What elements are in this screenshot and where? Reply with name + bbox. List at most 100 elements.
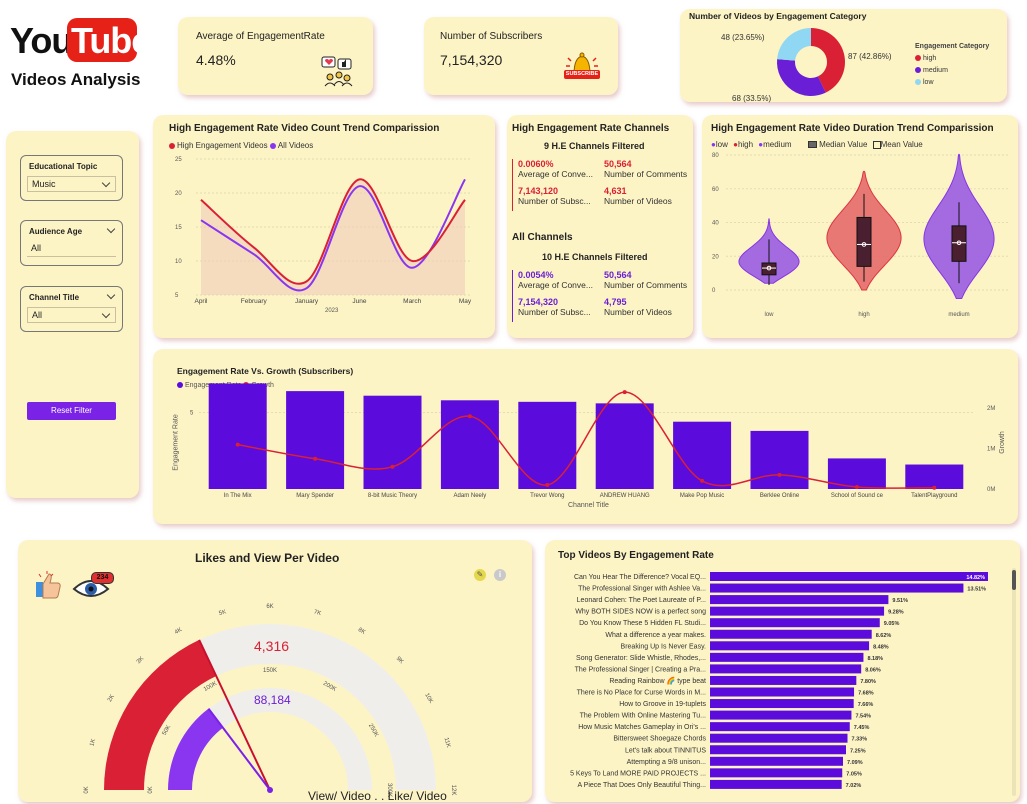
trend-y-tick: 25: [175, 157, 182, 163]
growth-y-left-tick: 5: [190, 411, 194, 417]
kpi-subscribers-card: Number of Subscribers 7,154,320 SUBSCRIB…: [424, 17, 618, 95]
all-subs: 7,154,320 Number of Subsc...: [518, 297, 591, 317]
audience-age-dropdown[interactable]: All: [27, 241, 116, 257]
filter-panel: Educational Topic Music Audience Age All…: [6, 131, 139, 498]
growth-y-right-tick: 0M: [987, 487, 995, 493]
donut-legend-high: high: [915, 53, 989, 65]
scrollbar-thumb[interactable]: [1012, 570, 1016, 590]
growth-point: [622, 390, 627, 395]
top-video-value: 9.28%: [888, 610, 904, 616]
gauge-tick-label: 0K: [148, 786, 154, 793]
top-video-title: Let's talk about TINNITUS: [625, 747, 706, 754]
donut-label-low: 48 (23.65%): [721, 33, 765, 42]
donut-label-medium: 68 (33.5%): [732, 94, 772, 103]
trend-y-tick: 5: [175, 293, 179, 299]
gauge-tick-label: 3K: [136, 656, 145, 665]
gauge-tick-label: 8K: [357, 627, 366, 636]
top-video-title: Can You Hear The Difference? Vocal EQ...: [574, 574, 706, 581]
channel-title-dropdown[interactable]: All: [27, 307, 116, 323]
violin-y-tick: 60: [712, 187, 719, 193]
top-video-value: 7.09%: [847, 760, 863, 766]
top-video-value: 7.80%: [860, 679, 876, 685]
logo-you: You: [10, 20, 73, 61]
top-video-value: 13.51%: [967, 587, 986, 593]
reset-filter-button[interactable]: Reset Filter: [27, 402, 116, 420]
top-video-title: Do You Know These 5 Hidden FL Studi...: [579, 620, 706, 627]
top-video-bar: [710, 572, 988, 581]
violin-x-label: low: [764, 312, 774, 318]
growth-point: [235, 442, 240, 447]
kpi-subscribers-value: 7,154,320: [440, 52, 503, 68]
top-video-value: 7.45%: [854, 725, 870, 731]
gauge-tick-label: 7K: [313, 609, 322, 617]
gauge-tick-label: 100K: [203, 681, 218, 693]
audience-age-label: Audience Age: [29, 227, 83, 236]
chevron-down-icon[interactable]: [106, 224, 116, 234]
growth-point: [700, 478, 705, 483]
top-video-bar: [710, 699, 854, 709]
gauge-fill-1: [168, 708, 223, 790]
chevron-down-icon: [101, 309, 111, 319]
gauge-tick-label: 2K: [107, 694, 116, 703]
channels-title: High Engagement Rate Channels: [512, 123, 670, 134]
channel-title-slicer[interactable]: Channel Title All: [20, 286, 123, 332]
violin-x-label: high: [858, 312, 869, 318]
educational-topic-dropdown[interactable]: Music: [27, 176, 116, 192]
growth-point: [313, 456, 318, 461]
top-video-bar: [710, 675, 857, 685]
youtube-logo: You Tube: [10, 18, 151, 64]
top-video-title: A Piece That Does Only Beautiful Thing..…: [577, 782, 706, 789]
gauge-tick-label: 4K: [174, 627, 183, 636]
top-video-value: 9.05%: [884, 621, 900, 627]
gauge-tick-label: 50K: [162, 724, 173, 736]
growth-x-tick: Make Pop Music: [680, 493, 724, 499]
gauge-card: Likes and View Per Video 234 ✎ i 0K 1K 2K 3…: [18, 540, 532, 803]
donut-legend-medium: medium: [915, 65, 989, 77]
top-video-bar: [710, 641, 870, 651]
all-videos: 4,795 Number of Videos: [604, 297, 672, 317]
all-channels-title: All Channels: [512, 232, 573, 243]
growth-x-tick: Mary Spender: [296, 493, 334, 499]
kpi-engagement-label: Average of EngagementRate: [196, 31, 325, 42]
chevron-down-icon[interactable]: [106, 290, 116, 300]
gauge-view-value: 4,316: [254, 638, 290, 654]
trend-x-tick: March: [403, 298, 421, 305]
kpi-engagement-card: Average of EngagementRate 4.48%: [178, 17, 373, 95]
top-video-bar: [710, 745, 846, 755]
growth-bar: [750, 430, 809, 489]
top-video-value: 7.02%: [846, 783, 862, 789]
growth-x-tick: Berklee Online: [760, 493, 800, 499]
growth-point: [932, 485, 937, 490]
donut-legend: Engagement Category high medium low: [915, 41, 989, 89]
trend-line-chart: 25 20 15 10 5 April February January June March Ma…: [175, 157, 472, 305]
page-subtitle: Videos Analysis: [11, 70, 141, 89]
kpi-subscribers-label: Number of Subscribers: [440, 31, 543, 42]
top-video-title: What a difference a year makes.: [605, 632, 706, 639]
top-video-title: How Music Matches Gameplay in Ori's ...: [578, 724, 706, 731]
top-videos-bar-chart: Can You Hear The Difference? Vocal EQ...…: [570, 572, 988, 789]
growth-bar: [286, 391, 345, 489]
growth-x-tick: 8-bit Music Theory: [368, 493, 417, 499]
violin-x-label: medium: [948, 312, 969, 318]
top-video-bar: [710, 733, 848, 743]
gauge-needle-like: [207, 708, 271, 791]
donut-label-high: 87 (42.86%): [848, 52, 892, 61]
gauge-chart: 0K 1K 2K 3K 4K 5K 6K 7K 8K 9K 10K 11K 12K 0K 50K 100K 15…: [84, 604, 456, 797]
growth-x-tick: ANDREW HUANG: [600, 493, 650, 499]
top-video-value: 8.18%: [867, 656, 883, 662]
trend-card: High Engagement Rate Video Count Trend C…: [153, 115, 495, 338]
educational-topic-slicer[interactable]: Educational Topic Music: [20, 155, 123, 201]
growth-y-right-tick: 1M: [987, 447, 995, 453]
top-video-bar: [710, 664, 862, 674]
top-video-bar: [710, 583, 964, 593]
kpi-engagement-value: 4.48%: [196, 52, 236, 68]
top-videos-card: Top Videos By Engagement Rate Can You He…: [545, 540, 1020, 802]
gauge-like-value: 88,184: [254, 693, 291, 707]
top-video-bar: [710, 722, 850, 732]
scrollbar[interactable]: [1012, 568, 1016, 796]
top-video-bar: [710, 779, 842, 789]
audience-age-slicer[interactable]: Audience Age All: [20, 220, 123, 266]
all-divider: [512, 270, 513, 322]
top-video-bar: [710, 652, 864, 662]
violin-box: [761, 262, 777, 276]
